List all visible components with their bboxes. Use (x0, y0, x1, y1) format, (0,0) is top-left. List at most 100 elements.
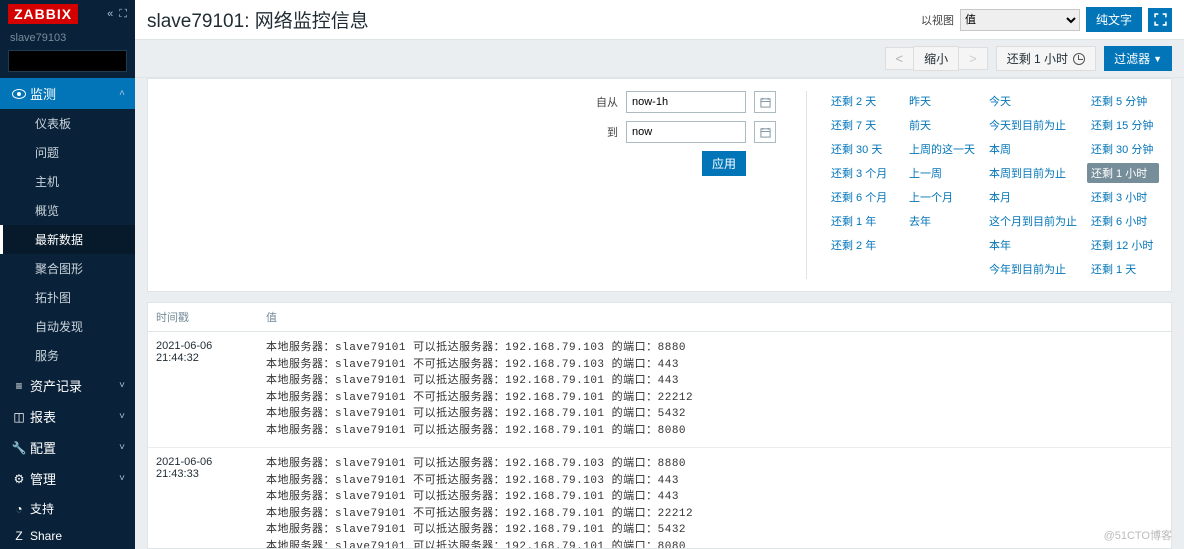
time-preset[interactable]: 还剩 6 个月 (827, 187, 899, 207)
time-preset[interactable]: 还剩 1 小时 (1087, 163, 1159, 183)
time-preset[interactable]: 还剩 30 分钟 (1087, 139, 1159, 159)
submenu-monitoring: 仪表板问题主机概览最新数据聚合图形拓扑图自动发现服务 (0, 109, 135, 370)
sidebar-top: ZABBIX « ⛶ (0, 0, 135, 28)
time-preset[interactable]: 本周 (985, 139, 1081, 159)
time-preset[interactable]: 去年 (905, 211, 979, 231)
sidebar-item-3[interactable]: 概览 (0, 196, 135, 225)
time-range-text: 还剩 1 小时 (1007, 50, 1068, 67)
sidebar-item-4[interactable]: 最新数据 (0, 225, 135, 254)
time-preset[interactable]: 还剩 12 小时 (1087, 235, 1159, 255)
time-preset[interactable]: 还剩 7 天 (827, 115, 899, 135)
time-preset[interactable]: 还剩 30 天 (827, 139, 899, 159)
footer-item-1[interactable]: ZShare (0, 523, 135, 549)
section-icon: ◫ (10, 410, 28, 424)
calendar-from-icon[interactable] (754, 91, 776, 113)
footer-icon: Z (10, 529, 28, 543)
time-preset[interactable]: 还剩 2 年 (827, 235, 899, 255)
time-preset[interactable]: 昨天 (905, 91, 979, 111)
data-table: 时间戳 值 2021-06-06 21:44:32 本地服务器：slave7910… (147, 302, 1172, 549)
col-value[interactable]: 值 (258, 303, 1171, 331)
time-preset[interactable]: 还剩 6 小时 (1087, 211, 1159, 231)
time-preset[interactable]: 本月 (985, 187, 1081, 207)
plaintext-button[interactable]: 纯文字 (1086, 7, 1142, 32)
time-preset[interactable]: 今天 (985, 91, 1081, 111)
log-line: 本地服务器：slave79101 不可抵达服务器：192.168.79.101 … (266, 506, 1163, 523)
footer-label: Share (30, 529, 62, 543)
time-presets: 还剩 2 天还剩 7 天还剩 30 天还剩 3 个月还剩 6 个月还剩 1 年还… (806, 91, 1159, 279)
time-prev-button[interactable]: < (885, 47, 915, 70)
menu-monitoring-label: 监测 (30, 84, 56, 103)
eye-icon (10, 87, 28, 101)
time-range-display[interactable]: 还剩 1 小时 (996, 46, 1096, 71)
time-preset[interactable]: 还剩 2 天 (827, 91, 899, 111)
menu-monitoring[interactable]: 监测 ˄ (0, 78, 135, 109)
time-preset[interactable]: 今年到目前为止 (985, 259, 1081, 279)
menu-section-3[interactable]: ⚙管理˅ (0, 463, 135, 494)
sidebar-item-7[interactable]: 自动发现 (0, 312, 135, 341)
sidebar-item-8[interactable]: 服务 (0, 341, 135, 370)
time-preset[interactable]: 这个月到目前为止 (985, 211, 1081, 231)
page-title: slave79101: 网络监控信息 (147, 6, 369, 33)
calendar-to-icon[interactable] (754, 121, 776, 143)
table-row: 2021-06-06 21:43:33本地服务器：slave79101 可以抵达… (148, 448, 1171, 549)
log-line: 本地服务器：slave79101 不可抵达服务器：192.168.79.103 … (266, 357, 1163, 374)
time-preset[interactable]: 还剩 3 个月 (827, 163, 899, 183)
time-preset[interactable]: 还剩 1 年 (827, 211, 899, 231)
from-input[interactable] (626, 91, 746, 113)
chevron-down-icon: ˅ (119, 442, 125, 453)
filter-button[interactable]: 过滤器 ▼ (1104, 46, 1172, 71)
filter-label: 过滤器 (1114, 50, 1150, 67)
to-input[interactable] (626, 121, 746, 143)
time-preset[interactable]: 前天 (905, 115, 979, 135)
footer-item-0[interactable]: ◔支持 (0, 494, 135, 523)
log-line: 本地服务器：slave79101 可以抵达服务器：192.168.79.101 … (266, 373, 1163, 390)
time-preset[interactable]: 还剩 5 分钟 (1087, 91, 1159, 111)
time-preset[interactable]: 上周的这一天 (905, 139, 979, 159)
main: slave79101: 网络监控信息 以视图 值 纯文字 < 缩小 > 还剩 1… (135, 0, 1184, 549)
section-label: 资产记录 (30, 376, 82, 395)
expand-icon[interactable]: ⛶ (119, 8, 127, 21)
time-preset[interactable]: 今天到目前为止 (985, 115, 1081, 135)
chevron-up-icon: ˄ (119, 88, 125, 99)
filter-icon: ▼ (1153, 54, 1162, 64)
apply-button[interactable]: 应用 (702, 151, 746, 176)
time-preset[interactable]: 本年 (985, 235, 1081, 255)
menu-section-2[interactable]: 🔧配置˅ (0, 432, 135, 463)
watermark: @51CTO博客 (1104, 527, 1172, 543)
zoom-out-button[interactable]: 缩小 (913, 46, 959, 71)
footer-icon: ◔ (10, 502, 28, 516)
sidebar-item-5[interactable]: 聚合图形 (0, 254, 135, 283)
time-next-button[interactable]: > (958, 47, 988, 70)
fullscreen-button[interactable] (1148, 8, 1172, 32)
time-selector-panel: 自从 到 应用 还剩 2 天还剩 7 天还剩 30 天还剩 3 个月还剩 6 个… (147, 78, 1172, 292)
collapse-icon[interactable]: « (107, 8, 113, 21)
sidebar-item-1[interactable]: 问题 (0, 138, 135, 167)
time-preset[interactable]: 还剩 1 天 (1087, 259, 1159, 279)
sidebar-item-2[interactable]: 主机 (0, 167, 135, 196)
from-label: 自从 (594, 94, 618, 110)
log-line: 本地服务器：slave79101 可以抵达服务器：192.168.79.101 … (266, 522, 1163, 539)
section-icon: ⚙ (10, 472, 28, 486)
time-preset[interactable]: 还剩 15 分钟 (1087, 115, 1159, 135)
col-timestamp[interactable]: 时间戳 (148, 303, 258, 331)
sidebar-item-0[interactable]: 仪表板 (0, 109, 135, 138)
time-preset[interactable]: 本周到目前为止 (985, 163, 1081, 183)
time-toolbar: < 缩小 > 还剩 1 小时 过滤器 ▼ (135, 40, 1184, 78)
view-mode-select[interactable]: 值 (960, 9, 1080, 31)
time-preset[interactable]: 上一个月 (905, 187, 979, 207)
row-timestamp: 2021-06-06 21:44:32 (148, 336, 258, 443)
time-preset[interactable]: 还剩 3 小时 (1087, 187, 1159, 207)
section-label: 报表 (30, 407, 56, 426)
search-input[interactable] (8, 50, 127, 72)
sidebar-item-6[interactable]: 拓扑图 (0, 283, 135, 312)
to-label: 到 (594, 124, 618, 140)
clock-icon (1073, 53, 1085, 65)
menu-section-1[interactable]: ◫报表˅ (0, 401, 135, 432)
log-line: 本地服务器：slave79101 不可抵达服务器：192.168.79.103 … (266, 473, 1163, 490)
log-line: 本地服务器：slave79101 可以抵达服务器：192.168.79.103 … (266, 340, 1163, 357)
menu-section-0[interactable]: ≡资产记录˅ (0, 370, 135, 401)
time-preset[interactable]: 上一周 (905, 163, 979, 183)
sidebar: ZABBIX « ⛶ slave79103 监测 ˄ 仪表 (0, 0, 135, 549)
view-mode-label: 以视图 (921, 12, 954, 28)
row-value: 本地服务器：slave79101 可以抵达服务器：192.168.79.103 … (258, 336, 1171, 443)
